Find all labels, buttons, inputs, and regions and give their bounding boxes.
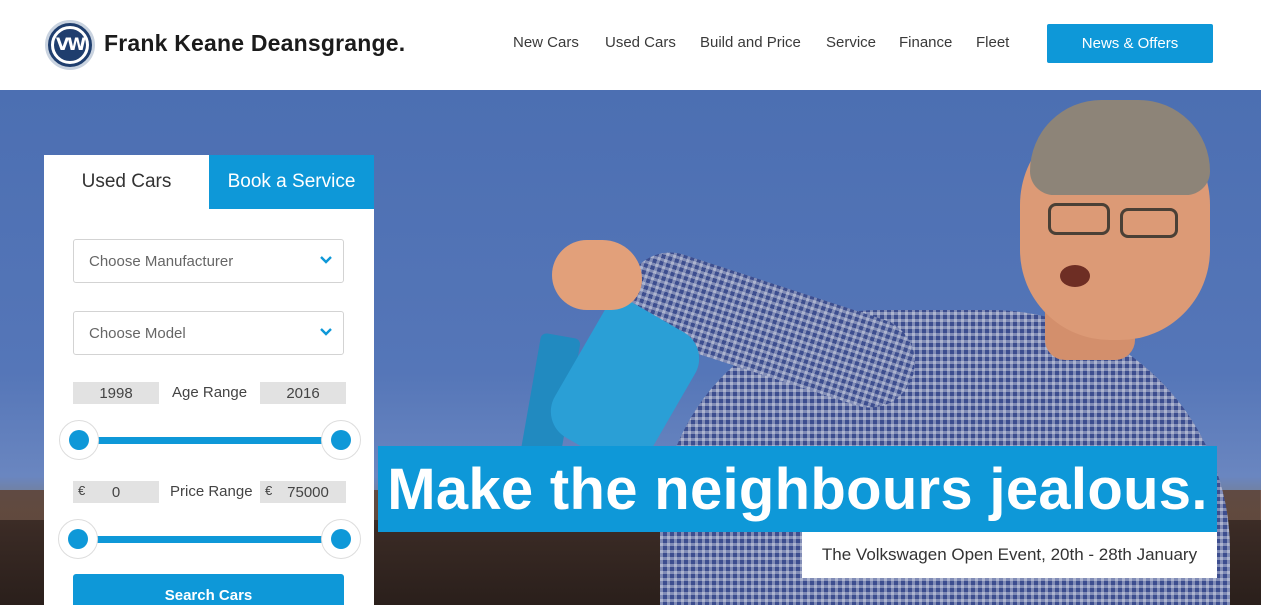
age-range-slider[interactable] bbox=[59, 420, 361, 460]
price-min-handle[interactable] bbox=[58, 519, 98, 559]
nav-service[interactable]: Service bbox=[826, 34, 876, 51]
price-slider-track[interactable] bbox=[93, 536, 324, 543]
age-min-input[interactable]: 1998 bbox=[73, 382, 159, 404]
car-search-panel: Used Cars Book a Service Choose Manufact… bbox=[44, 155, 374, 605]
price-min-currency: € bbox=[78, 483, 86, 498]
man-hand bbox=[552, 240, 642, 310]
age-max-input[interactable]: 2016 bbox=[260, 382, 346, 404]
price-range-slider[interactable] bbox=[58, 519, 361, 559]
news-offers-button[interactable]: News & Offers bbox=[1047, 24, 1213, 63]
glasses-right-lens bbox=[1120, 208, 1178, 238]
nav-finance[interactable]: Finance bbox=[899, 34, 952, 51]
price-max-handle[interactable] bbox=[321, 519, 361, 559]
man-mouth bbox=[1060, 265, 1090, 287]
price-max-value: 75000 bbox=[287, 483, 329, 501]
price-min-value: 0 bbox=[111, 483, 121, 501]
site-header: VW Frank Keane Deansgrange. New Cars Use… bbox=[0, 0, 1261, 90]
model-select-label: Choose Model bbox=[89, 324, 186, 342]
nav-build-and-price[interactable]: Build and Price bbox=[700, 34, 801, 51]
age-min-handle[interactable] bbox=[59, 420, 99, 460]
search-cars-button[interactable]: Search Cars bbox=[73, 574, 344, 605]
age-range-label: Age Range bbox=[172, 384, 248, 401]
price-max-currency: € bbox=[265, 483, 273, 498]
age-slider-track[interactable] bbox=[93, 437, 324, 444]
hero-subline[interactable]: The Volkswagen Open Event, 20th - 28th J… bbox=[802, 532, 1217, 578]
dealer-name[interactable]: Frank Keane Deansgrange. bbox=[104, 30, 405, 57]
manufacturer-select[interactable]: Choose Manufacturer bbox=[73, 239, 344, 283]
man-hair bbox=[1030, 100, 1210, 195]
chevron-down-icon bbox=[320, 328, 332, 336]
hero-headline: Make the neighbours jealous. bbox=[378, 446, 1217, 532]
tab-book-a-service[interactable]: Book a Service bbox=[209, 155, 374, 209]
vw-logo-icon[interactable]: VW bbox=[45, 20, 95, 70]
age-range-row: 1998 Age Range 2016 bbox=[73, 382, 346, 406]
vw-logo-mark: VW bbox=[51, 26, 89, 64]
price-range-label: Price Range bbox=[170, 483, 253, 500]
glasses-left-lens bbox=[1048, 203, 1110, 235]
manufacturer-select-label: Choose Manufacturer bbox=[89, 252, 234, 270]
nav-used-cars[interactable]: Used Cars bbox=[605, 34, 676, 51]
model-select[interactable]: Choose Model bbox=[73, 311, 344, 355]
age-max-handle[interactable] bbox=[321, 420, 361, 460]
tab-used-cars[interactable]: Used Cars bbox=[44, 155, 209, 209]
nav-fleet[interactable]: Fleet bbox=[976, 34, 1009, 51]
price-min-input[interactable]: € 0 bbox=[73, 481, 159, 503]
nav-new-cars[interactable]: New Cars bbox=[513, 34, 579, 51]
chevron-down-icon bbox=[320, 256, 332, 264]
price-range-row: € 0 Price Range € 75000 bbox=[73, 481, 346, 505]
price-max-input[interactable]: € 75000 bbox=[260, 481, 346, 503]
